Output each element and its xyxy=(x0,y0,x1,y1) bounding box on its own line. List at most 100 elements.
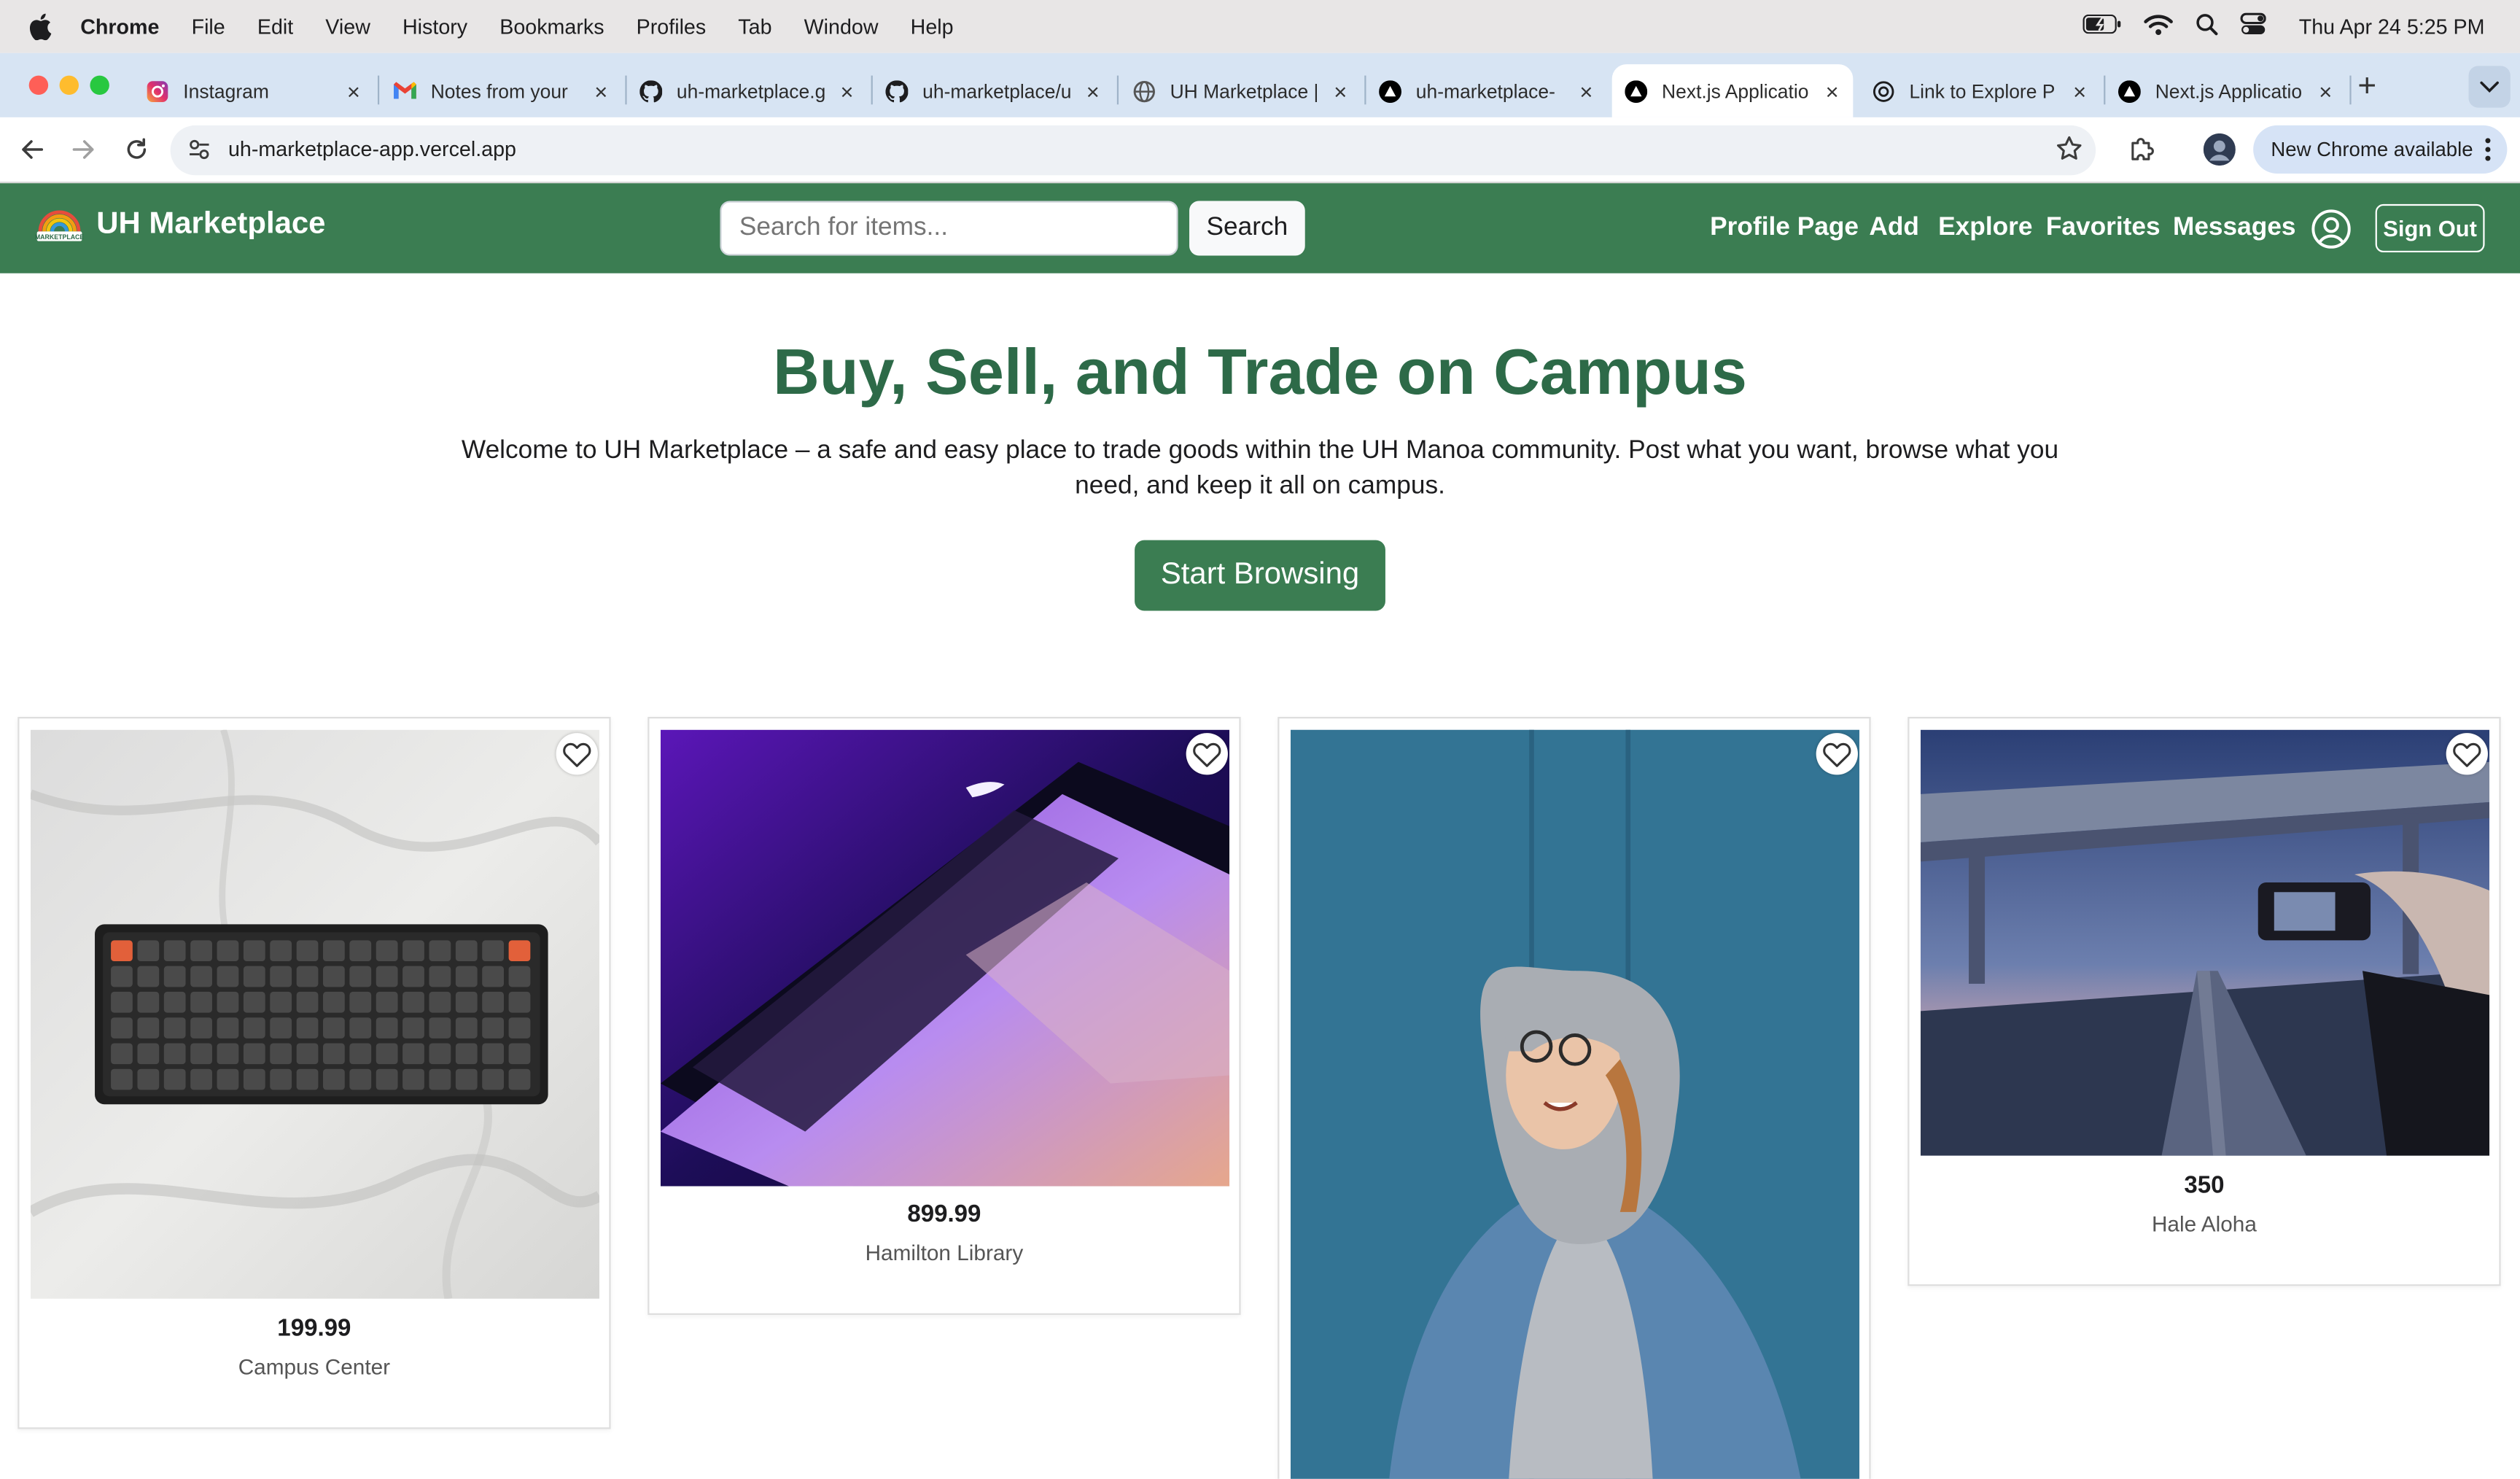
menu-help[interactable]: Help xyxy=(911,15,954,39)
menu-file[interactable]: File xyxy=(192,15,225,39)
nav-profile-page[interactable]: Profile Page xyxy=(1710,214,1859,243)
control-center-icon[interactable] xyxy=(2241,12,2267,40)
keyboard-key xyxy=(349,966,372,987)
menu-profiles[interactable]: Profiles xyxy=(637,15,707,39)
listing-image-denim-jacket-person[interactable] xyxy=(1290,729,1860,1479)
site-info-tune-icon[interactable] xyxy=(188,139,211,169)
keyboard-key xyxy=(455,966,478,987)
new-tab-plus-icon[interactable]: + xyxy=(2357,69,2376,106)
spotlight-search-icon[interactable] xyxy=(2196,13,2219,40)
reload-icon[interactable] xyxy=(120,133,152,166)
favorite-heart-icon[interactable] xyxy=(556,733,598,775)
favorite-heart-icon[interactable] xyxy=(1186,733,1228,775)
bookmark-star-icon[interactable] xyxy=(2056,135,2082,170)
tab-close-icon[interactable]: × xyxy=(1329,79,1352,102)
wifi-icon[interactable] xyxy=(2144,14,2174,39)
menu-view[interactable]: View xyxy=(325,15,370,39)
listing-card[interactable]: 350 Hale Aloha xyxy=(1908,717,2501,1286)
tab-close-icon[interactable]: × xyxy=(1081,79,1104,102)
tab-close-icon[interactable]: × xyxy=(2314,79,2337,102)
browser-tab[interactable]: Next.js Applicatio × xyxy=(2105,64,2346,117)
keyboard-key xyxy=(349,1017,372,1039)
back-arrow-icon[interactable] xyxy=(16,133,48,166)
nav-explore[interactable]: Explore xyxy=(1938,214,2032,243)
keyboard-key xyxy=(270,1068,292,1090)
tab-title: Next.js Applicatio xyxy=(1662,79,1809,102)
browser-tab[interactable]: uh-marketplace- × xyxy=(1366,64,1607,117)
listing-card[interactable]: 199.99 Campus Center xyxy=(18,717,611,1429)
tab-close-icon[interactable]: × xyxy=(590,79,612,102)
close-window-button[interactable] xyxy=(28,75,49,96)
browser-tab-active[interactable]: Next.js Applicatio × xyxy=(1611,64,1854,117)
browser-tab[interactable]: uh-marketplace/u × xyxy=(873,64,1114,117)
menu-edit[interactable]: Edit xyxy=(257,15,293,39)
keyboard-key xyxy=(323,1043,345,1065)
keyboard-key xyxy=(190,940,212,962)
listing-card[interactable] xyxy=(1278,717,1871,1479)
nav-messages[interactable]: Messages xyxy=(2173,214,2296,243)
browser-tab[interactable]: Instagram × xyxy=(133,64,375,117)
keyboard-key xyxy=(111,966,133,987)
favorite-heart-icon[interactable] xyxy=(1816,733,1858,775)
keyboard-key xyxy=(163,991,186,1013)
keyboard-key xyxy=(429,991,451,1013)
extensions-puzzle-icon[interactable] xyxy=(2126,133,2158,166)
tab-search-chevron-icon[interactable] xyxy=(2468,66,2511,108)
menu-tab[interactable]: Tab xyxy=(738,15,771,39)
menu-history[interactable]: History xyxy=(402,15,467,39)
search-input[interactable] xyxy=(720,201,1178,256)
menu-window[interactable]: Window xyxy=(804,15,879,39)
tab-close-icon[interactable]: × xyxy=(2069,79,2091,102)
keyboard-key xyxy=(163,940,186,962)
menu-app-name[interactable]: Chrome xyxy=(80,15,159,39)
keyboard-key xyxy=(402,991,424,1013)
keyboard-key xyxy=(296,1068,319,1090)
tab-close-icon[interactable]: × xyxy=(1821,79,1843,102)
keyboard-key xyxy=(455,991,478,1013)
address-bar[interactable]: uh-marketplace-app.vercel.app xyxy=(170,125,2096,176)
more-options-icon[interactable] xyxy=(2485,136,2492,167)
nav-favorites[interactable]: Favorites xyxy=(2046,214,2161,243)
brand-link[interactable]: MARKETPLACE UH Marketplace xyxy=(35,207,325,242)
tab-close-icon[interactable]: × xyxy=(836,79,858,102)
listing-image-keyboard[interactable] xyxy=(30,729,600,1299)
keyboard-key xyxy=(455,1017,478,1039)
sign-out-button[interactable]: Sign Out xyxy=(2375,203,2485,253)
nav-add[interactable]: Add xyxy=(1869,214,1919,243)
apple-logo-icon[interactable] xyxy=(26,12,55,42)
browser-tab[interactable]: UH Marketplace | × xyxy=(1120,64,1361,117)
forward-arrow-icon[interactable] xyxy=(68,133,100,166)
profile-avatar[interactable] xyxy=(2202,132,2237,167)
tab-close-icon[interactable]: × xyxy=(1575,79,1598,102)
keyboard-key xyxy=(163,1043,186,1065)
keyboard-key xyxy=(323,991,345,1013)
browser-tab[interactable]: uh-marketplace.g × xyxy=(627,64,868,117)
search-button[interactable]: Search xyxy=(1189,201,1305,256)
keyboard-key xyxy=(137,1043,160,1065)
keyboard-key xyxy=(349,1043,372,1065)
listing-image-camera-under-bridge[interactable] xyxy=(1920,729,2490,1156)
keyboard-key xyxy=(243,940,265,962)
tab-title: Instagram xyxy=(183,79,269,102)
keyboard-key xyxy=(482,940,504,962)
battery-icon[interactable] xyxy=(2083,14,2122,39)
menu-clock[interactable]: Thu Apr 24 5:25 PM xyxy=(2299,15,2485,39)
new-chrome-available-button[interactable]: New Chrome available xyxy=(2253,125,2508,174)
keyboard-key xyxy=(190,1068,212,1090)
keyboard-key xyxy=(429,1017,451,1039)
start-browsing-button[interactable]: Start Browsing xyxy=(1135,540,1385,611)
zoom-window-button[interactable] xyxy=(90,75,109,96)
favorite-heart-icon[interactable] xyxy=(2446,733,2488,775)
listing-image-laptop[interactable] xyxy=(660,729,1230,1187)
browser-tab[interactable]: Link to Explore P × xyxy=(1859,64,2101,117)
minimize-window-button[interactable] xyxy=(59,75,79,96)
keyboard-key xyxy=(429,940,451,962)
keyboard-key xyxy=(270,966,292,987)
address-bar-url[interactable]: uh-marketplace-app.vercel.app xyxy=(228,136,516,160)
browser-tab[interactable]: Notes from your × xyxy=(381,64,622,117)
tab-close-icon[interactable]: × xyxy=(342,79,365,102)
listing-card[interactable]: 899.99 Hamilton Library xyxy=(648,717,1241,1315)
user-circle-icon[interactable] xyxy=(2311,209,2351,249)
menu-bookmarks[interactable]: Bookmarks xyxy=(499,15,604,39)
keyboard-key xyxy=(111,940,133,962)
